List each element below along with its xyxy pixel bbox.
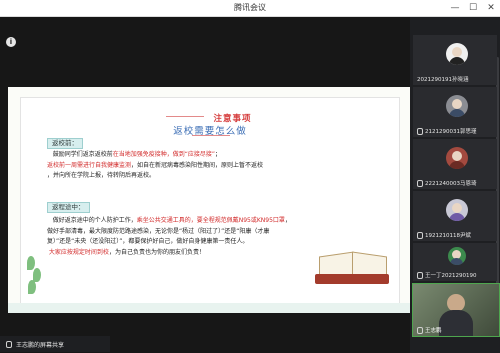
participant-name-row: 王一丁2021290190 <box>417 271 477 279</box>
slide-heading: 返校需要怎么做 <box>173 126 247 137</box>
paragraph-line: 复）”还是“未央（还没阳过）”，都要保护好自己，做好自身健康第一责任人。 <box>47 237 337 248</box>
self-name: 王志鹏 <box>425 328 442 334</box>
text-segment: 做好手部清毒，最大限度防范路途感染，无论你是“杨过（阳过了）”还是“阳康（才康 <box>47 227 270 235</box>
paragraph-line: 大家应按规定时间到校，为自己负责也为你的朋友们负责！ <box>47 248 337 259</box>
paragraph-line: 做好返京途中的个人防护工作，乘坐公共交通工具的，要全程规范佩戴N95或KN95口… <box>47 216 337 227</box>
participant-name-row: 2221240003马恩琦 <box>417 179 477 187</box>
avatar <box>446 199 468 221</box>
screen-share-label: 王志鹏的屏幕共享 <box>16 342 65 349</box>
paragraph-line: ，并向所在学院上报，待转阴后再返校。 <box>47 171 387 182</box>
section-label-before-return: 返校前： <box>47 138 83 149</box>
text-segment: ，如自在新冠病毒感染阳性期间，原则上暂不返校 <box>131 161 264 169</box>
text-segment: 鼓励同学们返京返校前 <box>52 151 113 158</box>
participant-name: 2121290031郭思瑾 <box>425 129 477 135</box>
mic-icon <box>417 128 423 135</box>
avatar <box>446 147 468 169</box>
slide-footer-strip <box>8 303 410 313</box>
participant-tile[interactable]: 王一丁2021290190 <box>413 243 497 281</box>
participant-name-row: 1921210118尹斌 <box>417 231 471 239</box>
section-body-on-the-way: 做好返京途中的个人防护工作，乘坐公共交通工具的，要全程规范佩戴N95或KN95口… <box>47 216 337 258</box>
participant-name: 2021290191孙晓涵 <box>417 77 469 83</box>
avatar <box>446 95 468 117</box>
info-icon[interactable]: i <box>6 37 16 47</box>
highlight-segment: 在当地加强免疫接种，做到“应接尽接” <box>112 151 215 158</box>
self-video-tile[interactable]: 王志鹏 <box>412 283 500 337</box>
screen-share-bar: 王志鹏的屏幕共享 <box>0 336 110 352</box>
avatar <box>446 43 468 65</box>
text-segment: ，为自己负责也为你的朋友们负责！ <box>108 248 205 256</box>
paragraph-line: 返校前一周需进行自我健康监测，如自在新冠病毒感染阳性期间，原则上暂不返校 <box>47 161 387 172</box>
section-body-before-return: 鼓励同学们返京返校前在当地加强免疫接种，做到“应接尽接”； 返校前一周需进行自我… <box>47 150 387 182</box>
window-title: 腾讯会议 <box>234 3 266 12</box>
self-name-row: 王志鹏 <box>417 326 442 334</box>
title-bar: 腾讯会议 — ☐ ✕ <box>0 0 500 17</box>
mic-icon <box>417 232 423 239</box>
participant-tile[interactable]: 1921210118尹斌 <box>413 191 497 241</box>
highlight-segment: 乘坐公共交通工具的，要全程规范佩戴N95或KN95口罩 <box>136 217 285 224</box>
participant-tile[interactable]: 2121290031郭思瑾 <box>413 87 497 137</box>
participant-name: 王一丁2021290190 <box>425 273 477 279</box>
mic-icon <box>417 180 423 187</box>
highlight-segment: 返校前一周需进行自我健康监测 <box>47 161 132 169</box>
self-video-feed <box>439 294 473 336</box>
text-segment: ， <box>284 217 291 224</box>
book-illustration <box>315 240 389 286</box>
text-segment: 复）”还是“未央（还没阳过）”，都要保护好自己，做好自身健康第一责任人。 <box>47 238 249 245</box>
maximize-button[interactable]: ☐ <box>464 0 482 16</box>
text-segment: ，并向所在学院上报，待转阴后再返校。 <box>47 172 156 179</box>
mic-icon <box>417 272 423 279</box>
text-segment: 做好返京途中的个人防护工作， <box>52 217 137 224</box>
participant-name-row: 2121290031郭思瑾 <box>417 127 477 135</box>
shared-screen-area: i 注意事项 返校需要怎么做 返校前： 鼓励同学们返京返校前在当地加强免疫接种，… <box>0 17 410 353</box>
minimize-button[interactable]: — <box>446 0 464 16</box>
presentation-slide: 注意事项 返校需要怎么做 返校前： 鼓励同学们返京返校前在当地加强免疫接种，做到… <box>8 87 410 313</box>
highlight-segment: 大家应按规定时间到校 <box>48 248 109 256</box>
participant-name: 2221240003马恩琦 <box>425 181 477 187</box>
participant-tile[interactable]: 2221240003马恩琦 <box>413 139 497 189</box>
avatar <box>448 247 466 265</box>
close-button[interactable]: ✕ <box>482 0 500 16</box>
banner-divider-left <box>166 116 205 117</box>
text-segment: ； <box>214 151 221 158</box>
participant-panel: 2021290191孙晓涵 2121290031郭思瑾 2221240003马恩… <box>410 17 500 353</box>
participant-tile[interactable]: 2021290191孙晓涵 <box>413 35 497 85</box>
section-label-on-the-way: 返程途中： <box>47 202 90 213</box>
paragraph-line: 做好手部清毒，最大限度防范路途感染，无论你是“杨过（阳过了）”还是“阳康（才康 <box>47 227 337 238</box>
paragraph-line: 鼓励同学们返京返校前在当地加强免疫接种，做到“应接尽接”； <box>47 150 387 161</box>
mic-icon <box>6 341 12 348</box>
plant-illustration <box>27 256 43 296</box>
slide-content: 注意事项 返校需要怎么做 返校前： 鼓励同学们返京返校前在当地加强免疫接种，做到… <box>20 97 400 305</box>
participant-name: 1921210118尹斌 <box>425 233 471 239</box>
mic-icon <box>417 327 423 334</box>
